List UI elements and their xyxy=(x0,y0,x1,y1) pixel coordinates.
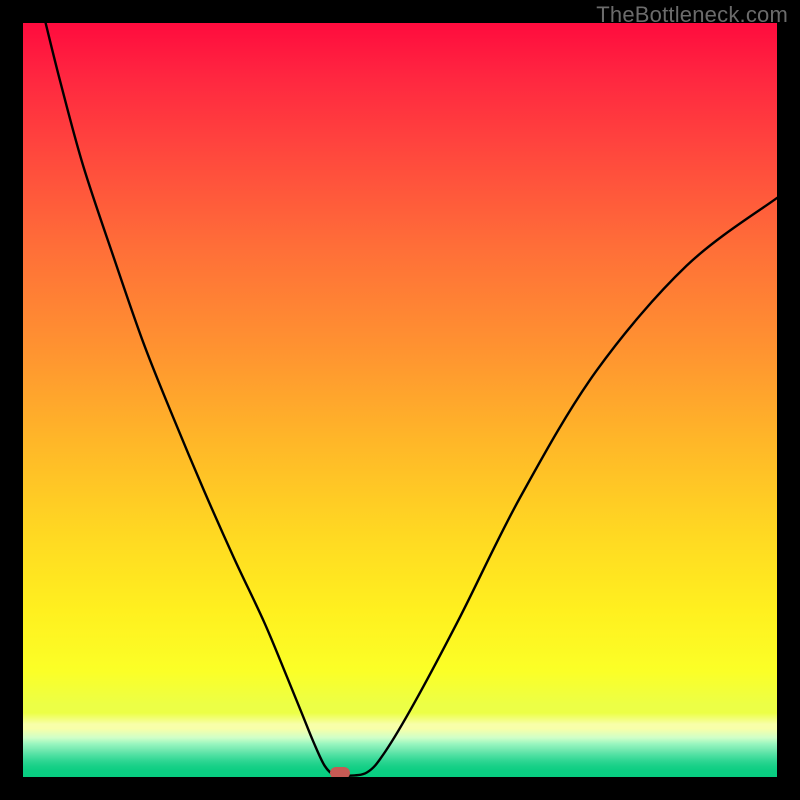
watermark-text: TheBottleneck.com xyxy=(596,2,788,28)
optimum-marker xyxy=(330,767,350,777)
chart-frame: TheBottleneck.com xyxy=(0,0,800,800)
bottleneck-curve xyxy=(23,23,777,777)
plot-area xyxy=(23,23,777,777)
